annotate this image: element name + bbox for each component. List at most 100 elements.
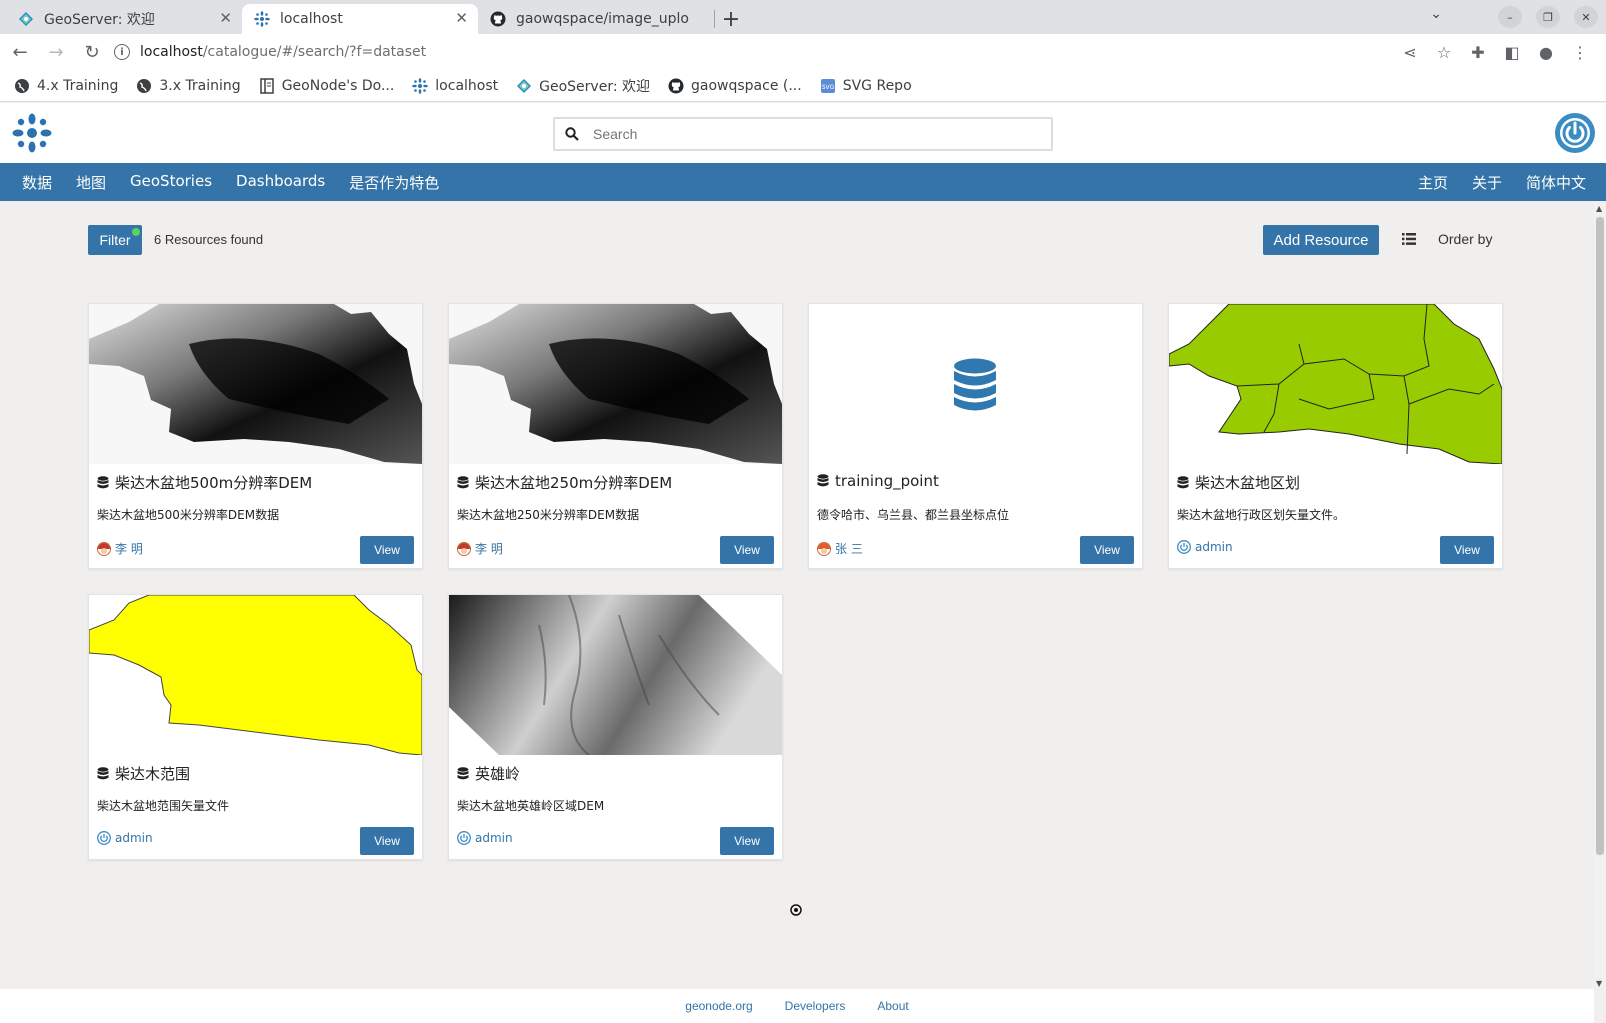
extent-thumbnail[interactable] xyxy=(89,595,422,755)
footer-link-about[interactable]: About xyxy=(877,999,908,1013)
minimize-icon[interactable]: – xyxy=(1498,6,1522,28)
side-panel-icon[interactable]: ◧ xyxy=(1502,42,1522,62)
url-field[interactable]: i localhost/catalogue/#/search/?f=datase… xyxy=(114,37,1314,67)
card-title[interactable]: 柴达木盆地区划 xyxy=(1177,472,1300,493)
footer-link-geonode[interactable]: geonode.org xyxy=(685,999,752,1013)
scroll-up-icon[interactable]: ▲ xyxy=(1596,204,1602,213)
nav-item-home[interactable]: 主页 xyxy=(1406,172,1460,193)
nav-item-maps[interactable]: 地图 xyxy=(64,172,118,193)
nav-item-language[interactable]: 简体中文 xyxy=(1514,172,1598,193)
chevron-down-icon[interactable]: ⌄ xyxy=(1430,6,1442,22)
resource-card[interactable]: 柴达木范围 柴达木盆地范围矢量文件 admin View xyxy=(88,594,423,860)
footer-link-developers[interactable]: Developers xyxy=(785,999,846,1013)
search-input[interactable] xyxy=(593,126,1013,142)
restore-icon[interactable]: ❐ xyxy=(1536,6,1560,28)
card-title[interactable]: 柴达木盆地250m分辨率DEM xyxy=(457,472,672,493)
nav-item-data[interactable]: 数据 xyxy=(10,172,64,193)
nav-item-dashboards[interactable]: Dashboards xyxy=(224,172,337,193)
new-tab-button[interactable]: + xyxy=(715,4,747,34)
owner-name: admin xyxy=(475,831,513,845)
bookmark-4x-training[interactable]: 4.x Training xyxy=(14,78,118,94)
back-arrow-icon[interactable]: ← xyxy=(4,36,36,68)
reload-icon[interactable]: ↻ xyxy=(76,36,108,68)
card-title[interactable]: 英雄岭 xyxy=(457,763,520,784)
scroll-down-icon[interactable]: ▼ xyxy=(1596,979,1602,988)
url-host: localhost xyxy=(140,44,203,60)
card-title[interactable]: 柴达木盆地500m分辨率DEM xyxy=(97,472,312,493)
database-icon xyxy=(1177,475,1189,488)
filter-label: Filter xyxy=(99,232,131,248)
dem-thumbnail[interactable] xyxy=(449,595,782,755)
dataset-thumbnail[interactable] xyxy=(809,304,1142,464)
add-resource-button[interactable]: Add Resource xyxy=(1263,225,1379,255)
card-owner[interactable]: admin xyxy=(457,831,513,845)
nav-left: 数据 地图 GeoStories Dashboards 是否作为特色 xyxy=(0,172,451,193)
bookmark-geonode-docs[interactable]: GeoNode's Do... xyxy=(259,78,394,94)
forward-arrow-icon[interactable]: → xyxy=(40,36,72,68)
page-scrollbar[interactable]: ▲ ▼ xyxy=(1594,203,1606,989)
bookmark-github[interactable]: gaowqspace (... xyxy=(668,78,802,94)
card-owner[interactable]: 张 三 xyxy=(817,540,863,557)
card-title[interactable]: 柴达木范围 xyxy=(97,763,190,784)
view-button[interactable]: View xyxy=(360,827,414,855)
bookmark-geoserver[interactable]: GeoServer: 欢迎 xyxy=(516,76,650,96)
close-icon[interactable]: ✕ xyxy=(455,9,468,27)
resource-card[interactable]: 柴达木盆地区划 柴达木盆地行政区划矢量文件。 admin View xyxy=(1168,303,1503,569)
geonode-icon xyxy=(254,11,270,27)
scrollbar-thumb[interactable] xyxy=(1596,217,1604,855)
nav-item-about[interactable]: 关于 xyxy=(1460,172,1514,193)
site-header xyxy=(0,103,1606,163)
browser-tab-localhost[interactable]: localhost ✕ xyxy=(242,4,478,34)
view-button[interactable]: View xyxy=(1080,536,1134,564)
view-button[interactable]: View xyxy=(360,536,414,564)
geonode-logo-icon[interactable] xyxy=(12,113,52,153)
resource-card[interactable]: 柴达木盆地250m分辨率DEM 柴达木盆地250米分辨率DEM数据 李 明 Vi… xyxy=(448,303,783,569)
bookmark-svg-repo[interactable]: SVG SVG Repo xyxy=(820,78,912,94)
bookmark-localhost[interactable]: localhost xyxy=(412,78,498,94)
resource-card[interactable]: training_point 德令哈市、乌兰县、都兰县坐标点位 张 三 View xyxy=(808,303,1143,569)
dem-thumbnail[interactable] xyxy=(449,304,782,464)
nav-item-featured[interactable]: 是否作为特色 xyxy=(337,172,451,193)
list-view-icon[interactable] xyxy=(1402,233,1416,245)
geoserver-icon xyxy=(517,78,532,93)
browser-tab-geoserver[interactable]: GeoServer: 欢迎 ✕ xyxy=(6,4,242,34)
nav-item-geostories[interactable]: GeoStories xyxy=(118,172,224,193)
extensions-icon[interactable]: ✚ xyxy=(1468,42,1488,62)
close-window-icon[interactable]: ✕ xyxy=(1574,6,1598,28)
card-owner[interactable]: 李 明 xyxy=(97,540,143,557)
results-count: 6 Resources found xyxy=(154,232,264,247)
card-description: 柴达木盆地500米分辨率DEM数据 xyxy=(97,508,280,522)
card-owner[interactable]: admin xyxy=(1177,540,1233,554)
database-icon xyxy=(97,766,109,779)
card-title-text: 柴达木盆地500m分辨率DEM xyxy=(115,474,313,492)
browser-tab-github[interactable]: gaowqspace/image_uplo xyxy=(478,4,714,34)
close-icon[interactable]: ✕ xyxy=(219,9,232,27)
share-icon[interactable]: ⋖ xyxy=(1400,42,1420,62)
resource-card[interactable]: 英雄岭 柴达木盆地英雄岭区域DEM admin View xyxy=(448,594,783,860)
resource-card[interactable]: 柴达木盆地500m分辨率DEM 柴达木盆地500米分辨率DEM数据 李 明 Vi… xyxy=(88,303,423,569)
bookmark-3x-training[interactable]: 3.x Training xyxy=(136,78,241,94)
card-owner[interactable]: 李 明 xyxy=(457,540,503,557)
view-button[interactable]: View xyxy=(1440,536,1494,564)
star-icon[interactable]: ☆ xyxy=(1434,42,1454,62)
regions-thumbnail[interactable] xyxy=(1169,304,1502,464)
bookmark-label: localhost xyxy=(435,77,499,94)
view-button[interactable]: View xyxy=(720,536,774,564)
menu-icon[interactable]: ⋮ xyxy=(1570,42,1590,62)
browser-tab-bar: GeoServer: 欢迎 ✕ localhost ✕ gaowqspace/i… xyxy=(0,0,1606,34)
info-icon[interactable]: i xyxy=(114,44,130,60)
order-by-dropdown[interactable]: Order by xyxy=(1438,231,1492,247)
github-icon xyxy=(490,11,506,27)
card-owner[interactable]: admin xyxy=(97,831,153,845)
power-icon xyxy=(457,831,471,845)
svg-text:SVG: SVG xyxy=(821,84,834,91)
card-title-text: training_point xyxy=(835,472,939,490)
filter-button[interactable]: Filter xyxy=(88,225,142,255)
dem-thumbnail[interactable] xyxy=(89,304,422,464)
power-icon[interactable] xyxy=(1554,112,1596,154)
profile-icon[interactable]: ● xyxy=(1536,42,1556,62)
card-title[interactable]: training_point xyxy=(817,472,939,490)
view-button[interactable]: View xyxy=(720,827,774,855)
filter-active-indicator xyxy=(132,228,140,236)
loading-indicator-icon xyxy=(790,904,802,916)
